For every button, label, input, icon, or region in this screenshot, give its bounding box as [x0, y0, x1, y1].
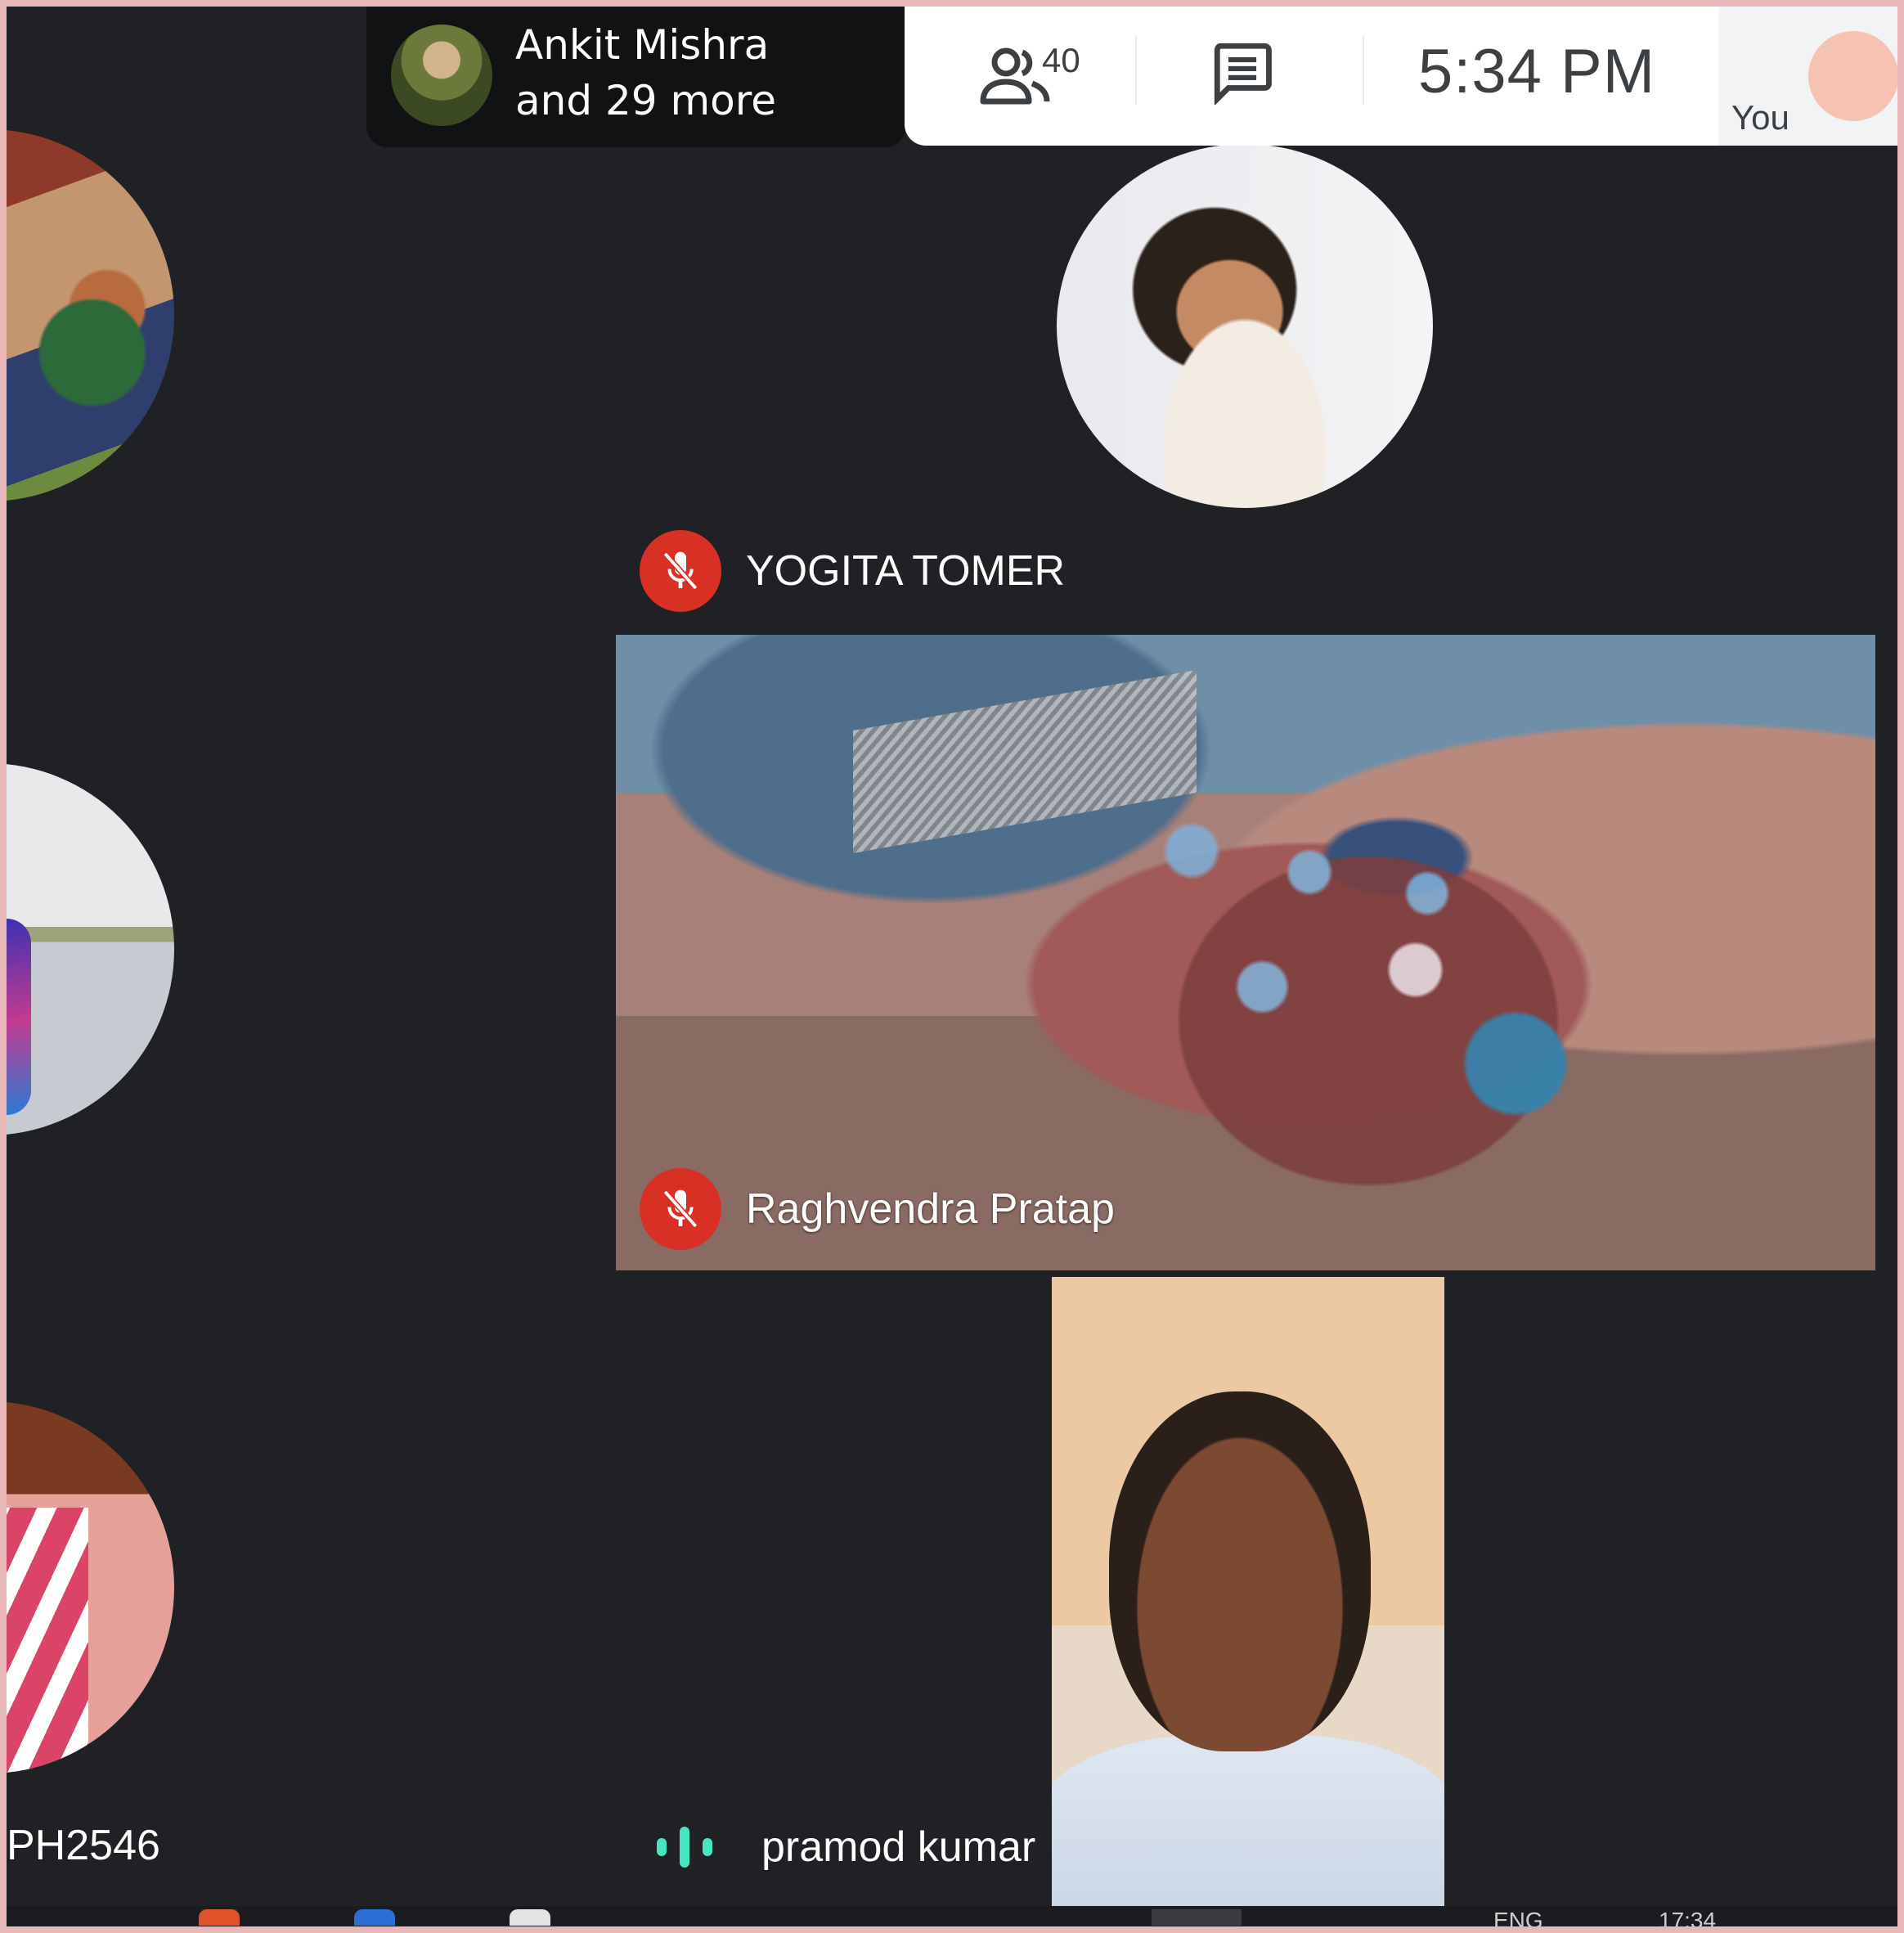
presenter-name: Ankit Mishra	[515, 21, 770, 69]
taskbar-language[interactable]: ENG	[1493, 1908, 1543, 1926]
mic-off-icon	[640, 1168, 721, 1250]
participant-name-yogita: YOGITA TOMER	[746, 547, 1066, 595]
participant-label-raghvendra: Raghvendra Pratap	[640, 1168, 1115, 1250]
os-taskbar: ENG 17:34	[7, 1906, 1897, 1926]
presenter-avatar	[391, 25, 492, 126]
speaking-indicator-icon	[657, 1827, 712, 1868]
divider	[1363, 36, 1364, 105]
self-view[interactable]: You	[1718, 7, 1897, 146]
meeting-clock: 5:34 PM	[1418, 37, 1656, 106]
participant-avatar-left-3[interactable]	[7, 1401, 174, 1773]
meeting-stage: PH2546 YOGITA TOMER Raghvendra Pratap pr…	[7, 7, 1897, 1926]
chat-button[interactable]	[1207, 38, 1278, 106]
participant-avatar-left-1[interactable]	[7, 129, 174, 501]
mic-off-icon	[640, 530, 721, 612]
self-avatar	[1808, 31, 1897, 121]
participant-name-pramod: pramod kumar	[761, 1823, 1036, 1871]
divider	[1135, 36, 1137, 105]
people-count: 40	[1042, 41, 1080, 79]
video-content-crowd	[1074, 766, 1663, 1191]
chat-icon	[1214, 43, 1272, 106]
taskbar-app-icon[interactable]	[510, 1909, 550, 1926]
video-content-head	[1109, 1391, 1371, 1751]
taskbar-app-icon[interactable]	[354, 1909, 395, 1926]
participant-label-yogita: YOGITA TOMER	[640, 530, 1065, 612]
presenter-more: and 29 more	[515, 77, 776, 124]
participant-name-left: PH2546	[7, 1822, 160, 1869]
self-label: You	[1731, 98, 1789, 137]
presenter-info[interactable]: Ankit Mishra and 29 more	[366, 7, 906, 147]
participant-avatar-left-2[interactable]	[7, 763, 174, 1135]
taskbar-clock[interactable]: 17:34	[1659, 1908, 1716, 1926]
taskbar-active-app[interactable]	[1152, 1909, 1242, 1926]
taskbar-app-icon[interactable]	[199, 1909, 240, 1926]
meeting-top-bar: 40 5:34 PM You	[905, 7, 1897, 146]
participant-name-raghvendra: Raghvendra Pratap	[746, 1185, 1115, 1233]
participant-video-pramod[interactable]	[1052, 1277, 1444, 1911]
participant-avatar-yogita[interactable]	[1057, 144, 1433, 508]
participant-label-pramod: pramod kumar	[616, 1823, 1035, 1872]
video-content-shirt	[1052, 1735, 1444, 1911]
participant-video-raghvendra[interactable]: Raghvendra Pratap	[616, 635, 1875, 1270]
people-button[interactable]: 40	[978, 31, 1109, 113]
